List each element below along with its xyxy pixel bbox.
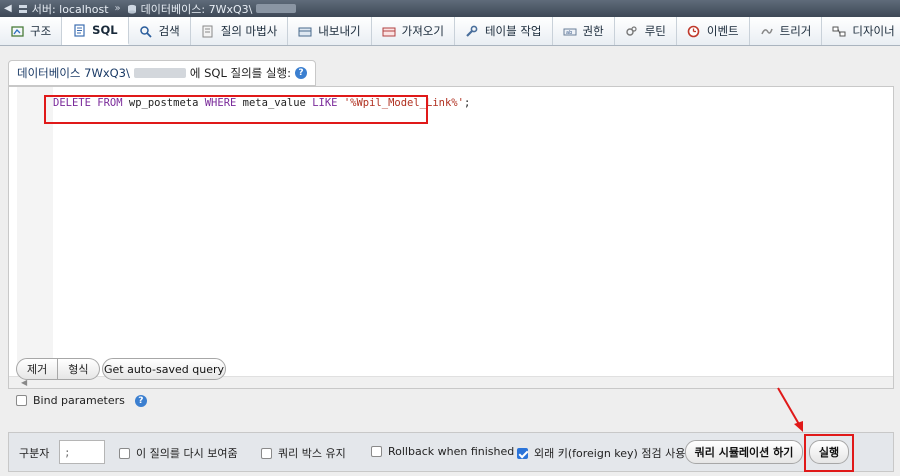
rollback-checkbox[interactable] (371, 446, 382, 457)
breadcrumb-separator: » (114, 3, 121, 14)
tab-import[interactable]: 가져오기 (372, 17, 455, 45)
tab-designer[interactable]: 디자이너 (822, 17, 900, 45)
sql-heading-suffix: 에 SQL 질의를 실행: (189, 66, 291, 80)
tab-operations-label: 테이블 작업 (484, 24, 542, 38)
rollback-label: Rollback when finished (388, 445, 515, 458)
simulate-query-button[interactable]: 쿼리 시뮬레이션 하기 (685, 440, 803, 464)
annotation-arrow-icon (777, 387, 803, 432)
query-options-bar: 구분자 이 질의를 다시 보여줌 쿼리 박스 유지 Rollback when … (8, 432, 894, 472)
server-icon (18, 4, 27, 13)
tab-query[interactable]: 질의 마법사 (191, 17, 289, 45)
foreign-key-checks-checkbox[interactable] (517, 447, 528, 459)
routines-icon (625, 24, 639, 38)
import-icon (382, 24, 396, 38)
tab-routines-label: 루틴 (644, 24, 666, 38)
sql-textarea[interactable] (53, 87, 893, 377)
bind-parameters-row: Bind parameters ? (16, 394, 147, 407)
format-button[interactable]: 형식 (58, 358, 100, 380)
tab-bar: 구조 SQL 검색 질의 마법사 내보내기 가져오기 테이블 작업 ab 권한 … (0, 17, 900, 46)
tab-privileges-label: 권한 (582, 24, 604, 38)
show-query-again-checkbox[interactable] (119, 447, 130, 459)
bind-parameters-checkbox[interactable] (16, 395, 27, 406)
redacted-database-name (256, 4, 297, 13)
tab-operations[interactable]: 테이블 작업 (455, 17, 553, 45)
breadcrumb-server[interactable]: 서버: localhost (18, 1, 109, 17)
sql-icon (72, 23, 86, 37)
structure-icon (10, 24, 24, 38)
wrench-icon (465, 24, 479, 38)
redacted-database-name (133, 68, 186, 78)
tab-import-label: 가져오기 (401, 24, 444, 38)
tab-structure-label: 구조 (30, 24, 52, 38)
help-icon[interactable]: ? (294, 67, 307, 79)
tab-events[interactable]: 이벤트 (677, 17, 750, 45)
retain-query-box-label: 쿼리 박스 유지 (278, 447, 346, 460)
tab-search[interactable]: 검색 (129, 17, 191, 45)
svg-text:ab: ab (566, 30, 572, 36)
retain-query-box-checkbox[interactable] (261, 447, 272, 459)
get-autosaved-query-button[interactable]: Get auto-saved query (102, 358, 226, 380)
tab-events-label: 이벤트 (706, 24, 739, 38)
tab-export[interactable]: 내보내기 (288, 17, 372, 45)
foreign-key-checks-label: 외래 키(foreign key) 점검 사용 (534, 447, 686, 460)
editor-button-group: 제거 형식 (16, 358, 100, 380)
show-query-again-option[interactable]: 이 질의를 다시 보여줌 (119, 445, 238, 461)
sql-heading: 데이터베이스 7WxQ3\ 에 SQL 질의를 실행: ? (8, 60, 316, 86)
breadcrumb-database[interactable]: 데이터베이스: 7WxQ3\ (127, 1, 297, 17)
tab-triggers-label: 트리거 (779, 24, 812, 38)
rollback-option[interactable]: Rollback when finished (371, 445, 514, 458)
breadcrumb-database-label: 데이터베이스: 7WxQ3\ (140, 2, 253, 16)
tab-routines[interactable]: 루틴 (615, 17, 677, 45)
events-icon (687, 24, 701, 38)
tab-structure[interactable]: 구조 (0, 17, 63, 45)
triggers-icon (760, 24, 774, 38)
tab-query-label: 질의 마법사 (220, 24, 278, 38)
back-arrow-icon[interactable]: ◀ (4, 3, 12, 14)
help-icon[interactable]: ? (134, 394, 147, 407)
tab-export-label: 내보내기 (318, 24, 361, 38)
foreign-key-checks-option[interactable]: 외래 키(foreign key) 점검 사용 (517, 445, 685, 461)
tab-designer-label: 디자이너 (852, 24, 895, 38)
go-button-highlight-box (804, 434, 854, 472)
tab-search-label: 검색 (158, 24, 180, 38)
sql-editor[interactable]: DELETE FROM wp_postmeta WHERE meta_value… (8, 86, 894, 389)
retain-query-box-option[interactable]: 쿼리 박스 유지 (261, 445, 346, 461)
query-icon (201, 24, 215, 38)
designer-icon (832, 24, 846, 38)
show-query-again-label: 이 질의를 다시 보여줌 (136, 447, 238, 460)
sql-heading-prefix: 데이터베이스 7WxQ3\ (17, 66, 130, 80)
tab-triggers[interactable]: 트리거 (750, 17, 823, 45)
bind-parameters-label[interactable]: Bind parameters (33, 394, 125, 407)
tab-privileges[interactable]: ab 권한 (553, 17, 615, 45)
clear-button[interactable]: 제거 (16, 358, 59, 380)
privileges-icon: ab (563, 24, 577, 38)
delimiter-input[interactable] (59, 440, 105, 464)
export-icon (298, 24, 312, 38)
delimiter-label: 구분자 (19, 447, 50, 460)
breadcrumb-server-label: 서버: localhost (31, 2, 109, 16)
breadcrumb: ◀ 서버: localhost » 데이터베이스: 7WxQ3\ (0, 0, 900, 17)
sql-highlight-box (44, 95, 428, 124)
search-icon (139, 24, 153, 38)
database-icon (127, 4, 136, 14)
tab-sql[interactable]: SQL (62, 17, 129, 45)
tab-sql-label: SQL (92, 23, 118, 37)
sql-semicolon: ; (463, 97, 471, 109)
